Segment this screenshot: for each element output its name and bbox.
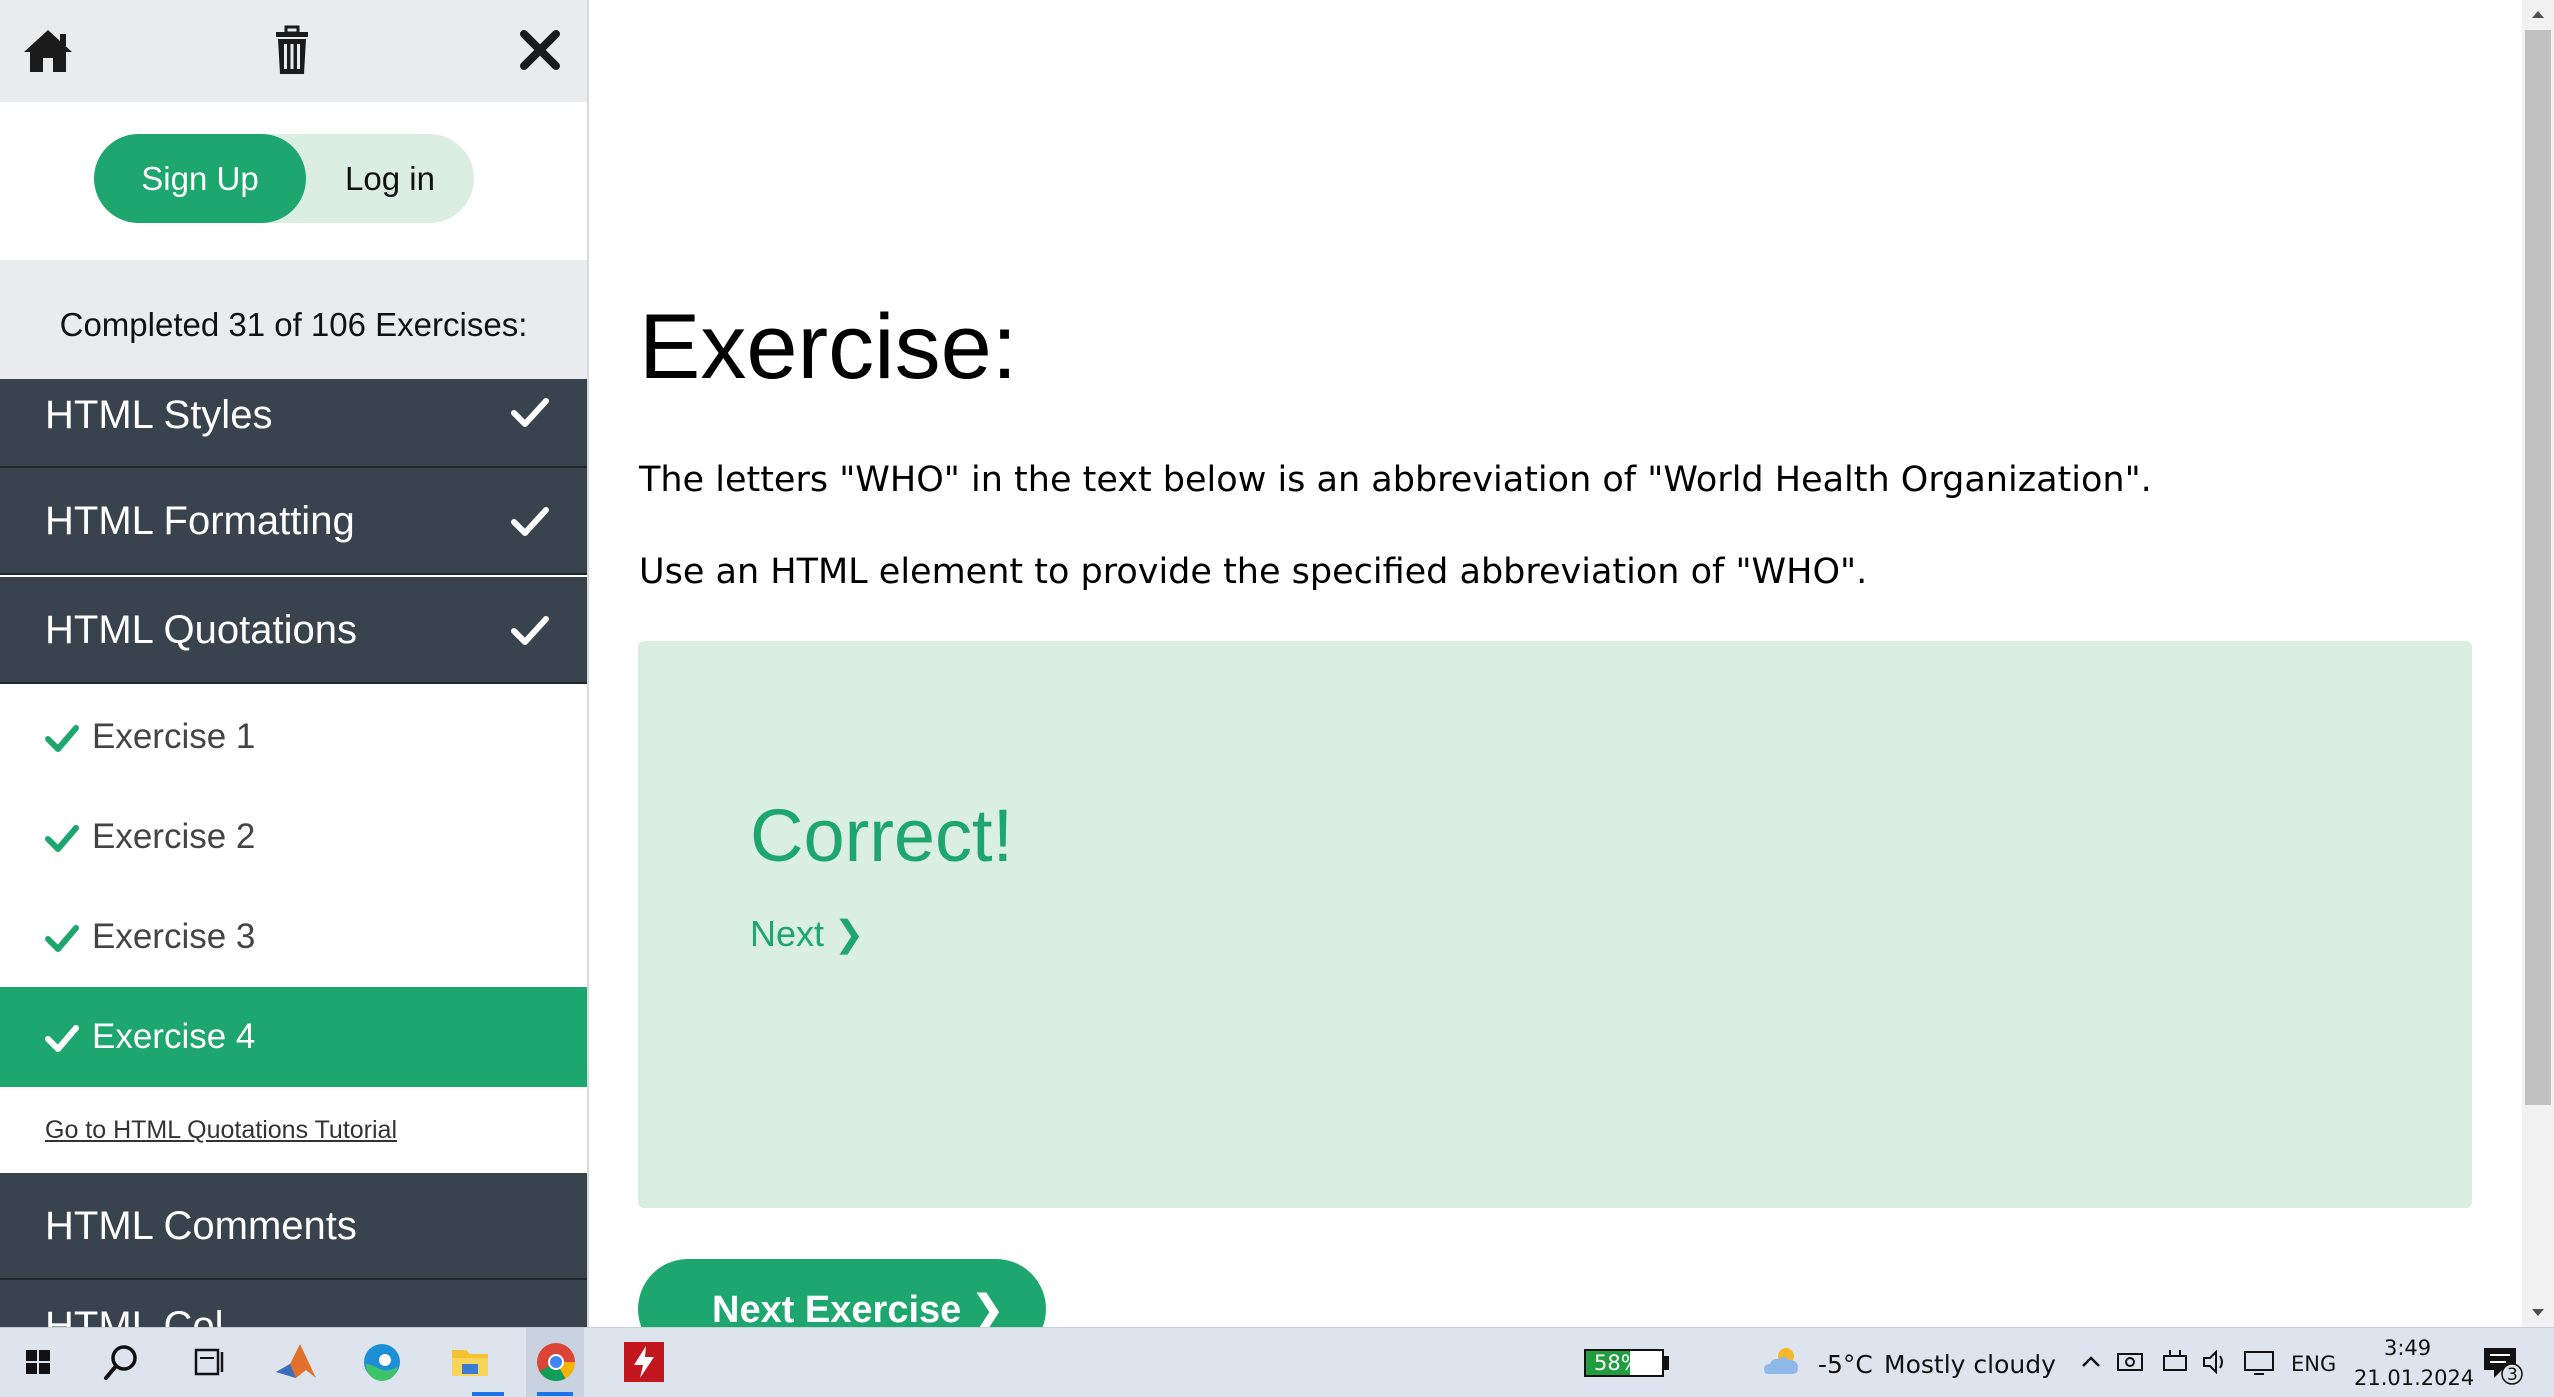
instruction-text: Use an HTML element to provide the speci… bbox=[639, 552, 1868, 592]
clock-time[interactable]: 3:49 bbox=[2384, 1336, 2431, 1360]
task-view-icon[interactable] bbox=[184, 1338, 232, 1386]
section-label: HTML Formatting bbox=[45, 499, 355, 543]
search-icon[interactable] bbox=[98, 1338, 146, 1386]
exercise-label: Exercise 1 bbox=[92, 717, 256, 756]
edge-icon[interactable] bbox=[358, 1338, 406, 1386]
section-label: HTML Quotations bbox=[45, 608, 357, 652]
chrome-running-indicator bbox=[537, 1392, 573, 1396]
section-html-formatting[interactable]: HTML Formatting bbox=[0, 468, 587, 575]
progress-text: Completed 31 of 106 Exercises: bbox=[59, 306, 528, 343]
close-icon[interactable] bbox=[512, 22, 568, 78]
exercise-label: Exercise 2 bbox=[92, 817, 256, 856]
instruction-text: The letters "WHO" in the text below is a… bbox=[639, 460, 2152, 500]
matlab-icon[interactable] bbox=[272, 1338, 320, 1386]
taskbar: 58% -5°C Mostly cloudy ENG 3:49 21.01.20… bbox=[0, 1327, 2554, 1397]
result-panel: Correct! Next ❯ bbox=[638, 641, 2472, 1208]
section-label: HTML Comments bbox=[45, 1204, 357, 1248]
exercise-item-2[interactable]: Exercise 2 bbox=[0, 787, 587, 887]
auth-area: Sign Up Log in bbox=[0, 102, 587, 260]
section-label: HTML Col bbox=[45, 1304, 224, 1327]
chevron-up-icon[interactable] bbox=[2077, 1338, 2105, 1386]
check-icon bbox=[511, 398, 549, 427]
app-red-icon[interactable] bbox=[620, 1338, 668, 1386]
explorer-running-indicator bbox=[472, 1392, 504, 1396]
check-icon bbox=[511, 616, 549, 645]
section-html-quotations[interactable]: HTML Quotations bbox=[0, 577, 587, 684]
display-icon[interactable] bbox=[2242, 1338, 2276, 1386]
scroll-up-arrow-icon[interactable] bbox=[2522, 0, 2554, 28]
clock-date[interactable]: 21.01.2024 bbox=[2354, 1366, 2474, 1390]
check-icon bbox=[511, 507, 549, 536]
scroll-down-arrow-icon[interactable] bbox=[2522, 1299, 2554, 1327]
weather-description: Mostly cloudy bbox=[1884, 1350, 2056, 1379]
weather-cloudy-icon[interactable] bbox=[1758, 1338, 1806, 1386]
exercise-item-1[interactable]: Exercise 1 bbox=[0, 687, 587, 787]
tutorial-link[interactable]: Go to HTML Quotations Tutorial bbox=[45, 1116, 397, 1145]
section-html-comments[interactable]: HTML Comments bbox=[0, 1173, 587, 1280]
network-icon[interactable] bbox=[2115, 1338, 2145, 1386]
battery-percent: 58% bbox=[1594, 1351, 1641, 1375]
main-content: Exercise: The letters "WHO" in the text … bbox=[589, 0, 2522, 1359]
check-icon bbox=[45, 925, 79, 952]
check-icon bbox=[45, 1025, 79, 1052]
exercise-item-4[interactable]: Exercise 4 bbox=[0, 987, 587, 1087]
vertical-scrollbar[interactable] bbox=[2522, 0, 2554, 1327]
scroll-thumb[interactable] bbox=[2525, 30, 2551, 1105]
battery-tip bbox=[1664, 1356, 1669, 1370]
chrome-icon[interactable] bbox=[532, 1338, 580, 1386]
next-link[interactable]: Next ❯ bbox=[750, 913, 864, 955]
windows-start-icon[interactable] bbox=[14, 1338, 62, 1386]
sidebar-toolbar bbox=[0, 0, 587, 102]
power-plug-icon[interactable] bbox=[2160, 1338, 2190, 1386]
section-html-colors[interactable]: HTML Col bbox=[0, 1280, 587, 1327]
progress-header: Completed 31 of 106 Exercises: bbox=[0, 260, 587, 379]
section-html-styles[interactable]: HTML Styles bbox=[0, 379, 587, 468]
result-message: Correct! bbox=[750, 794, 1014, 877]
language-indicator[interactable]: ENG bbox=[2291, 1352, 2336, 1376]
page-title: Exercise: bbox=[639, 296, 1018, 398]
battery-indicator[interactable]: 58% bbox=[1584, 1349, 1664, 1377]
trash-icon[interactable] bbox=[264, 22, 320, 78]
auth-toggle: Sign Up Log in bbox=[94, 134, 474, 223]
home-icon[interactable] bbox=[20, 22, 76, 78]
exercise-label: Exercise 3 bbox=[92, 917, 256, 956]
weather-temperature: -5°C bbox=[1818, 1350, 1873, 1379]
notification-count: 3 bbox=[2507, 1365, 2518, 1385]
sign-up-button[interactable]: Sign Up bbox=[94, 134, 306, 223]
check-icon bbox=[45, 725, 79, 752]
next-exercise-label: Next Exercise ❯ bbox=[712, 1289, 1004, 1331]
exercise-item-3[interactable]: Exercise 3 bbox=[0, 887, 587, 987]
section-label: HTML Styles bbox=[45, 393, 273, 437]
sidebar: Sign Up Log in Completed 31 of 106 Exerc… bbox=[0, 0, 589, 1327]
volume-icon[interactable] bbox=[2200, 1338, 2230, 1386]
exercise-label: Exercise 4 bbox=[92, 1017, 256, 1056]
check-icon bbox=[45, 825, 79, 852]
log-in-button[interactable]: Log in bbox=[306, 134, 474, 223]
file-explorer-icon[interactable] bbox=[446, 1338, 494, 1386]
